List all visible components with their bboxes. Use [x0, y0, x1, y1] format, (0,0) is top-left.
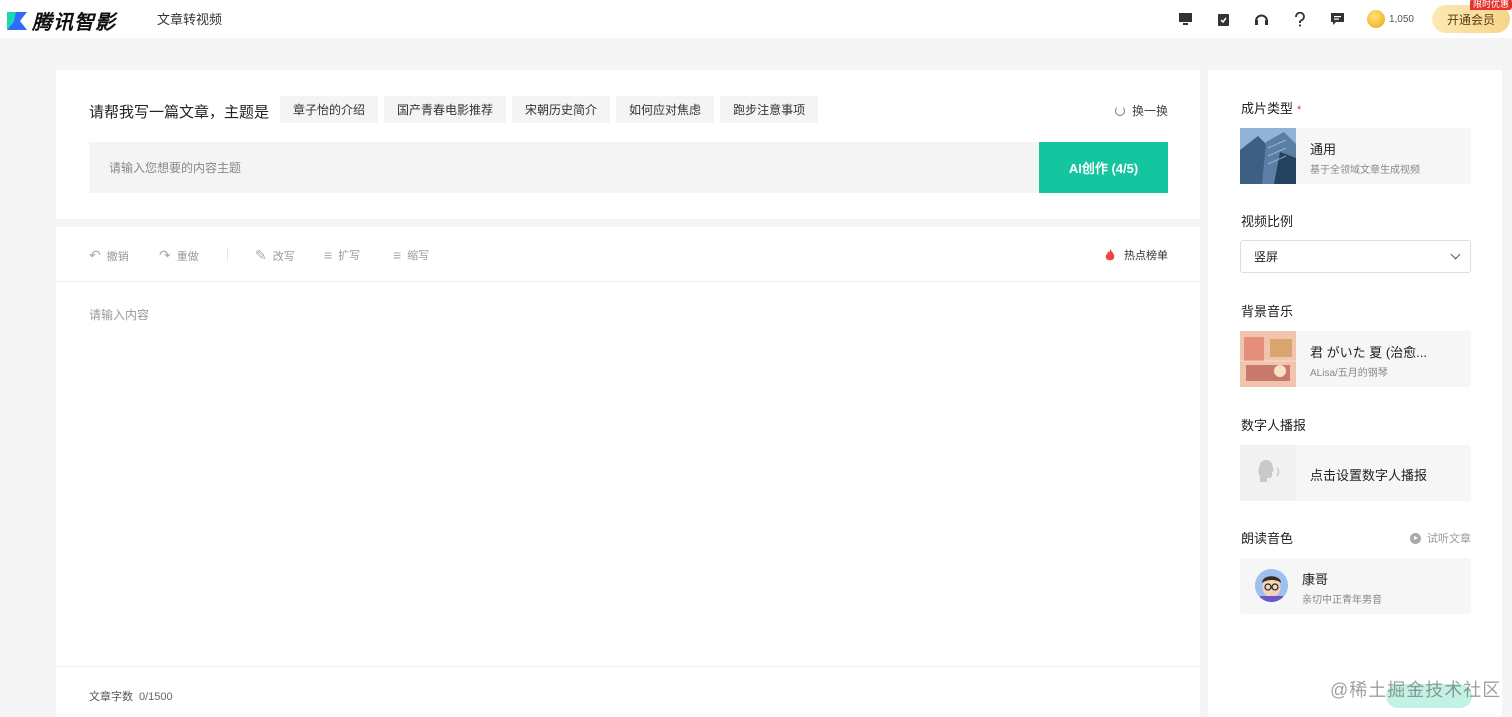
hot-list-button[interactable]: 热点榜单 — [1104, 247, 1168, 263]
ai-create-button[interactable]: AI创作 (4/5) — [1039, 142, 1168, 193]
music-card[interactable]: 君 がいた 夏 (治愈... ALisa/五月的钢琴 — [1240, 331, 1471, 387]
word-count: 文章字数 0/1500 — [89, 688, 173, 704]
film-type-desc: 基于全领域文章生成视频 — [1310, 165, 1420, 176]
vip-button[interactable]: 开通会员 限时优惠 — [1432, 0, 1512, 33]
music-title: 背景音乐 — [1241, 304, 1294, 319]
logo-mark-icon — [6, 10, 28, 32]
message-icon[interactable] — [1319, 0, 1357, 38]
editor-footer: 文章字数 0/1500 — [56, 666, 1200, 717]
listen-label: 试听文章 — [1427, 533, 1471, 545]
coin-count: 1,050 — [1388, 13, 1414, 25]
rewrite-button[interactable]: ✎ 改写 — [255, 247, 295, 264]
music-name: 君 がいた 夏 (治愈... — [1310, 345, 1428, 360]
undo-label: 撤销 — [106, 250, 129, 263]
chevron-down-icon — [1450, 249, 1461, 260]
listen-button[interactable]: 试听文章 — [1410, 530, 1471, 546]
undo-button[interactable]: ↶ 撤销 — [89, 247, 129, 264]
film-type-title: 成片类型 * — [1241, 98, 1301, 117]
vip-label: 开通会员 — [1446, 12, 1495, 27]
redo-label: 重做 — [176, 250, 199, 263]
top-bar: 腾讯智影 文章转视频 1,050 开通会员 限时优惠 — [0, 0, 1512, 38]
shorten-icon: ≡ — [393, 247, 402, 263]
coin-icon — [1366, 10, 1385, 28]
shorten-label: 缩写 — [407, 250, 430, 262]
expand-button[interactable]: ≡ 扩写 — [324, 247, 360, 263]
redo-button[interactable]: ↷ 重做 — [159, 247, 199, 264]
digital-human-card[interactable]: 点击设置数字人播报 — [1240, 445, 1471, 501]
editor-toolbar: ↶ 撤销 ↷ 重做 ✎ 改写 ≡ 扩写 ≡ 缩写 热点榜单 — [56, 227, 1200, 282]
film-type-card[interactable]: 通用 基于全领域文章生成视频 — [1240, 128, 1471, 184]
ratio-title: 视频比例 — [1241, 214, 1294, 229]
hot-list-label: 热点榜单 — [1124, 250, 1168, 262]
settings-sidebar: 成片类型 * 通用 基于全领域文章生成视频 视频比例 竖屏 背景音乐 君 がいた… — [1208, 70, 1502, 717]
expand-label: 扩写 — [338, 250, 361, 262]
monitor-icon[interactable] — [1167, 0, 1205, 38]
voice-name: 康哥 — [1302, 572, 1329, 587]
refresh-topics-button[interactable]: 换一换 — [1114, 102, 1168, 119]
film-type-thumbnail — [1240, 128, 1296, 184]
topic-chip[interactable]: 国产青春电影推荐 — [384, 96, 507, 123]
word-count-value: 0/1500 — [139, 691, 173, 703]
topic-chip[interactable]: 章子怡的介绍 — [280, 96, 379, 123]
ratio-select[interactable]: 竖屏 — [1240, 240, 1471, 273]
music-artist: ALisa/五月的钢琴 — [1310, 368, 1388, 379]
play-icon — [1410, 532, 1421, 544]
voice-desc: 亲切中正青年男音 — [1302, 595, 1382, 606]
digital-human-title: 数字人播报 — [1241, 418, 1307, 433]
digital-human-action: 点击设置数字人播报 — [1310, 468, 1428, 483]
topic-suggestions: 章子怡的介绍 国产青春电影推荐 宋朝历史简介 如何应对焦虑 跑步注意事项 — [280, 96, 824, 123]
voice-title: 朗读音色 — [1241, 531, 1294, 546]
help-icon[interactable] — [1281, 0, 1319, 38]
coin-balance[interactable]: 1,050 — [1366, 10, 1414, 28]
refresh-icon — [1114, 105, 1125, 116]
page-title: 文章转视频 — [157, 12, 223, 27]
pen-icon: ✎ — [255, 247, 267, 263]
topic-input[interactable] — [89, 142, 1039, 193]
content-editor[interactable]: 请输入内容 — [89, 306, 149, 323]
topic-chip[interactable]: 跑步注意事项 — [720, 96, 819, 123]
word-count-label: 文章字数 — [89, 691, 133, 703]
speaking-head-icon — [1258, 459, 1280, 482]
voice-avatar — [1255, 569, 1288, 602]
music-cover — [1240, 331, 1296, 387]
editor-card: ↶ 撤销 ↷ 重做 ✎ 改写 ≡ 扩写 ≡ 缩写 热点榜单 请输入内容 文章字数… — [56, 227, 1200, 717]
voice-card[interactable]: 康哥 亲切中正青年男音 — [1240, 558, 1471, 614]
redo-icon: ↷ — [159, 247, 171, 263]
refresh-label: 换一换 — [1131, 104, 1168, 118]
brand-logo[interactable]: 腾讯智影 — [6, 6, 116, 35]
digital-human-placeholder — [1240, 445, 1296, 501]
prompt-card: 请帮我写一篇文章，主题是 章子怡的介绍 国产青春电影推荐 宋朝历史简介 如何应对… — [56, 70, 1200, 219]
vip-promo-badge: 限时优惠 — [1469, 0, 1512, 10]
film-type-name: 通用 — [1310, 142, 1337, 157]
film-type-title-text: 成片类型 — [1241, 101, 1294, 116]
ratio-value: 竖屏 — [1254, 250, 1279, 264]
headset-icon[interactable] — [1243, 0, 1281, 38]
topic-chip[interactable]: 如何应对焦虑 — [616, 96, 715, 123]
rewrite-label: 改写 — [272, 250, 295, 263]
topic-chip[interactable]: 宋朝历史简介 — [512, 96, 611, 123]
undo-icon: ↶ — [89, 247, 101, 263]
brand-name: 腾讯智影 — [32, 12, 116, 34]
toolbar-divider — [227, 247, 228, 261]
prompt-label: 请帮我写一篇文章，主题是 — [89, 104, 270, 121]
expand-icon: ≡ — [324, 247, 333, 263]
flame-icon — [1105, 248, 1115, 261]
clipboard-icon[interactable] — [1205, 0, 1243, 38]
top-actions: 1,050 开通会员 限时优惠 — [1167, 0, 1512, 38]
required-mark: * — [1297, 104, 1302, 116]
shorten-button[interactable]: ≡ 缩写 — [393, 247, 429, 263]
watermark: @稀土掘金技术社区 — [1330, 680, 1502, 700]
